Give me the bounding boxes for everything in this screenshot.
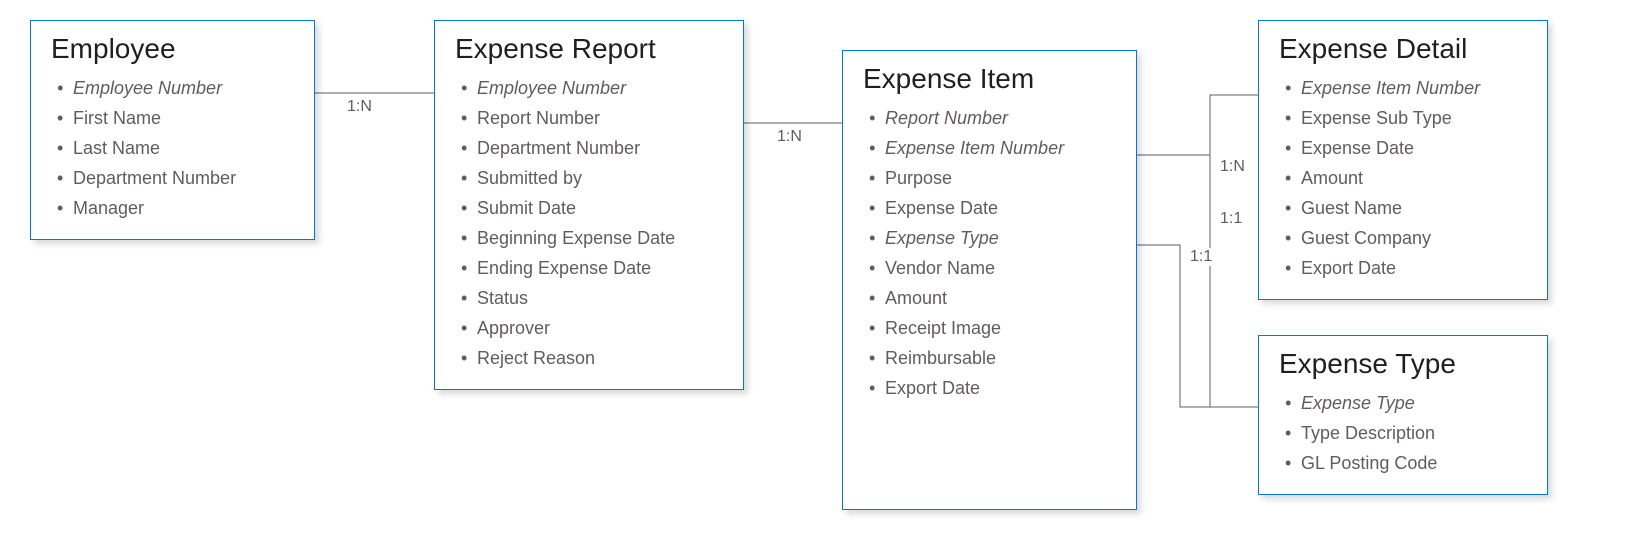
relation-label: 1:1 [1218, 210, 1244, 228]
attribute-item: Expense Date [863, 193, 1116, 223]
diagram-canvas: Employee Employee NumberFirst NameLast N… [0, 0, 1636, 559]
entity-title: Employee [51, 33, 294, 65]
attribute-item: Amount [863, 283, 1116, 313]
attribute-item: Submit Date [455, 193, 723, 223]
attribute-item: Department Number [455, 133, 723, 163]
entity-expense-detail: Expense Detail Expense Item NumberExpens… [1258, 20, 1548, 300]
entity-expense-item: Expense Item Report NumberExpense Item N… [842, 50, 1137, 510]
entity-title: Expense Report [455, 33, 723, 65]
entity-attrs-expenseType: Expense TypeType DescriptionGL Posting C… [1279, 388, 1527, 478]
attribute-item: Amount [1279, 163, 1527, 193]
attribute-item: Receipt Image [863, 313, 1116, 343]
attribute-item: First Name [51, 103, 294, 133]
entity-expense-type: Expense Type Expense TypeType Descriptio… [1258, 335, 1548, 495]
attribute-item: Manager [51, 193, 294, 223]
entity-title: Expense Item [863, 63, 1116, 95]
entity-title: Expense Detail [1279, 33, 1527, 65]
attribute-item: Employee Number [455, 73, 723, 103]
attribute-item: Approver [455, 313, 723, 343]
attribute-item: Purpose [863, 163, 1116, 193]
entity-attrs-expenseDetail: Expense Item NumberExpense Sub TypeExpen… [1279, 73, 1527, 283]
attribute-item: Employee Number [51, 73, 294, 103]
attribute-item: Status [455, 283, 723, 313]
attribute-item: Export Date [863, 373, 1116, 403]
attribute-item: Expense Item Number [1279, 73, 1527, 103]
attribute-item: Reject Reason [455, 343, 723, 373]
entity-attrs-expenseReport: Employee NumberReport NumberDepartment N… [455, 73, 723, 373]
attribute-item: Ending Expense Date [455, 253, 723, 283]
attribute-item: Expense Type [1279, 388, 1527, 418]
entity-attrs-employee: Employee NumberFirst NameLast NameDepart… [51, 73, 294, 223]
attribute-item: Guest Name [1279, 193, 1527, 223]
entity-attrs-expenseItem: Report NumberExpense Item NumberPurposeE… [863, 103, 1116, 403]
attribute-item: Export Date [1279, 253, 1527, 283]
entity-title: Expense Type [1279, 348, 1527, 380]
attribute-item: Report Number [863, 103, 1116, 133]
attribute-item: Submitted by [455, 163, 723, 193]
attribute-item: Last Name [51, 133, 294, 163]
relation-label: 1:N [1218, 158, 1247, 176]
relation-label: 1:N [775, 128, 804, 146]
attribute-item: Department Number [51, 163, 294, 193]
attribute-item: Reimbursable [863, 343, 1116, 373]
attribute-item: GL Posting Code [1279, 448, 1527, 478]
attribute-item: Expense Sub Type [1279, 103, 1527, 133]
attribute-item: Vendor Name [863, 253, 1116, 283]
relation-label: 1:N [345, 98, 374, 116]
attribute-item: Expense Item Number [863, 133, 1116, 163]
attribute-item: Expense Date [1279, 133, 1527, 163]
relation-label: 1:1 [1188, 248, 1214, 266]
attribute-item: Type Description [1279, 418, 1527, 448]
entity-employee: Employee Employee NumberFirst NameLast N… [30, 20, 315, 240]
attribute-item: Expense Type [863, 223, 1116, 253]
attribute-item: Guest Company [1279, 223, 1527, 253]
entity-expense-report: Expense Report Employee NumberReport Num… [434, 20, 744, 390]
attribute-item: Beginning Expense Date [455, 223, 723, 253]
attribute-item: Report Number [455, 103, 723, 133]
